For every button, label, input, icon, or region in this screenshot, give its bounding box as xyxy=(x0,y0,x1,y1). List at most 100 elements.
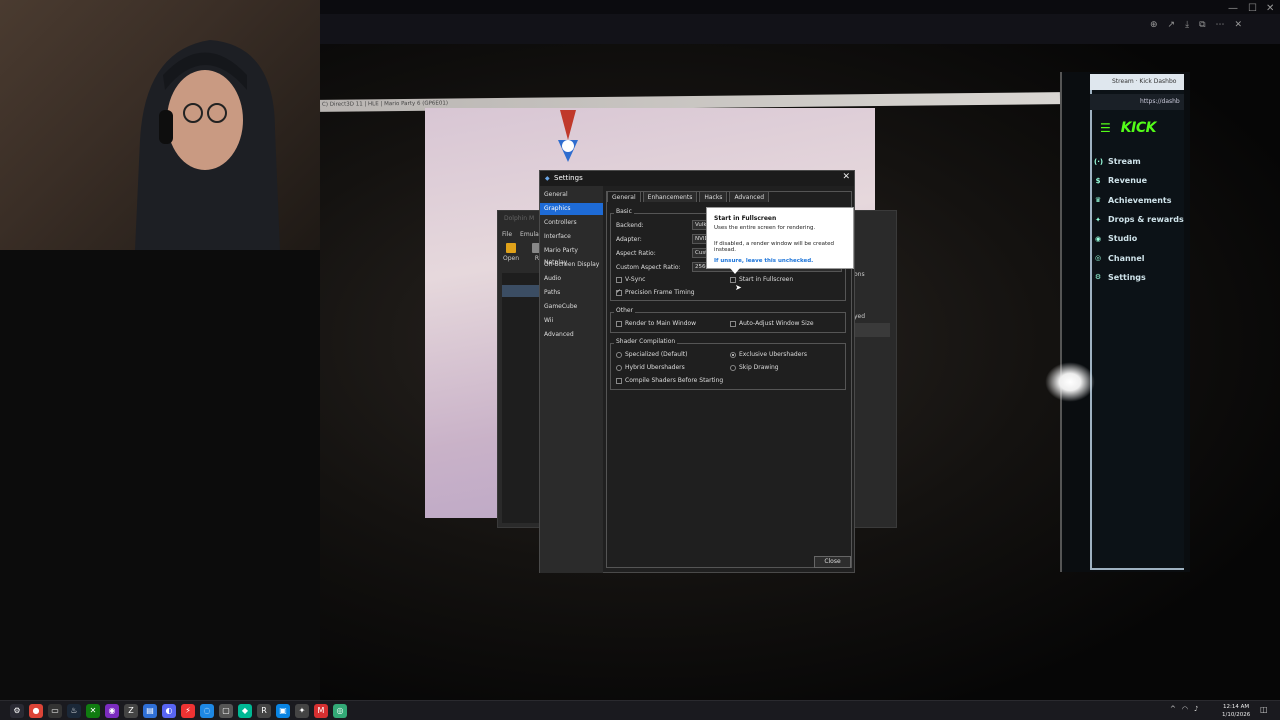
precision-frame-timing-label: Precision Frame Timing xyxy=(625,289,695,296)
compile-before-starting-checkbox[interactable] xyxy=(616,378,622,384)
chevron-up-icon[interactable]: ^ xyxy=(1170,705,1176,713)
kick-address-bar: https://dashb xyxy=(1090,94,1184,110)
share-icon: ↗ xyxy=(1167,20,1176,30)
sidebar-item-audio[interactable]: Audio xyxy=(540,273,603,285)
sidebar-item-graphics[interactable]: Graphics xyxy=(540,203,603,215)
sidebar-item-general[interactable]: General xyxy=(540,189,603,201)
system-tray: ^ ◠ ♪ xyxy=(1170,705,1198,713)
aspect-ratio-label: Aspect Ratio: xyxy=(616,250,656,257)
terminal-icon[interactable]: ▭ xyxy=(48,704,62,718)
vsync-label: V-Sync xyxy=(625,276,646,283)
notification-icon[interactable]: ◫ xyxy=(1260,705,1268,714)
close-icon[interactable]: ✕ xyxy=(842,172,850,182)
tab-enhancements[interactable]: Enhancements xyxy=(642,191,698,202)
exclusive-ubershaders-radio[interactable] xyxy=(730,352,736,358)
kick-nav-channel: ◎ Channel xyxy=(1094,253,1145,263)
render-main-window-checkbox[interactable] xyxy=(616,321,622,327)
skip-drawing-label: Skip Drawing xyxy=(739,364,779,371)
options-label: ons xyxy=(854,271,865,278)
kick-header: ☰ KICK xyxy=(1100,120,1156,136)
vsync-checkbox[interactable] xyxy=(616,277,622,283)
hybrid-ubershaders-label: Hybrid Ubershaders xyxy=(625,364,685,371)
graphics-tabs: General Enhancements Hacks Advanced xyxy=(607,191,771,202)
game-list-row[interactable] xyxy=(502,285,542,297)
app-icon-mint[interactable]: ◎ xyxy=(333,704,347,718)
wifi-icon[interactable]: ◠ xyxy=(1182,705,1188,713)
dolphin-main-title: Dolphin M xyxy=(504,215,535,222)
skip-drawing-radio[interactable] xyxy=(730,365,736,371)
kick-nav-drops: ✦ Drops & rewards xyxy=(1095,215,1184,225)
tab-general[interactable]: General xyxy=(607,191,641,202)
gift-icon: ✦ xyxy=(1095,215,1101,224)
shader-group-label: Shader Compilation xyxy=(614,338,678,345)
app-icon-generic[interactable]: ▢ xyxy=(219,704,233,718)
steam-icon[interactable]: ♨ xyxy=(67,704,81,718)
maximize-icon: ☐ xyxy=(1248,3,1257,14)
app-icon-green[interactable]: ◆ xyxy=(238,704,252,718)
auto-adjust-label: Auto-Adjust Window Size xyxy=(739,320,814,327)
discord-icon[interactable]: ◐ xyxy=(162,704,176,718)
revenue-icon: $ xyxy=(1095,176,1101,185)
sidebar-item-interface[interactable]: Interface xyxy=(540,231,603,243)
tooltip-line1: Uses the entire screen for rendering. xyxy=(714,225,816,231)
taskbar-clock[interactable]: 12:14 AM 1/10/2026 xyxy=(1222,703,1250,719)
download-icon: ⤓ xyxy=(1185,20,1190,30)
xbox-icon[interactable]: ✕ xyxy=(86,704,100,718)
clock-time: 12:14 AM xyxy=(1223,704,1250,710)
compile-before-starting-label: Compile Shaders Before Starting xyxy=(625,377,724,384)
kick-browser-tab: Stream · Kick Dashbo xyxy=(1090,74,1184,90)
game-list[interactable] xyxy=(502,273,542,523)
sidebar-item-wii[interactable]: Wii xyxy=(540,315,603,327)
sidebar-item-netplay[interactable]: Mario Party Netplay xyxy=(540,245,603,266)
zoom-icon: ⊕ xyxy=(1150,20,1158,30)
app-icon-red[interactable]: ⚡ xyxy=(181,704,195,718)
speaker-icon[interactable]: ♪ xyxy=(1194,705,1198,713)
obs-icon[interactable]: ◉ xyxy=(105,704,119,718)
folder-icon xyxy=(506,243,516,253)
app-icon-dark[interactable]: ✦ xyxy=(295,704,309,718)
specialized-label: Specialized (Default) xyxy=(625,351,688,358)
kick-nav-studio: ◉ Studio xyxy=(1094,234,1138,244)
window-icon: ⧉ xyxy=(1199,20,1206,30)
dolphin-menubar: File Emulati xyxy=(502,231,543,238)
tab-advanced[interactable]: Advanced xyxy=(729,191,770,202)
left-monitor-dark xyxy=(0,250,320,700)
sidebar-item-gamecube[interactable]: GameCube xyxy=(540,301,603,313)
basic-group-label: Basic xyxy=(614,208,634,215)
render-main-window-label: Render to Main Window xyxy=(625,320,697,327)
specialized-radio[interactable] xyxy=(616,352,622,358)
app-icon-grey[interactable]: R xyxy=(257,704,271,718)
streamer-silhouette xyxy=(135,40,280,250)
chrome-icon[interactable]: ● xyxy=(29,704,43,718)
webcam-feed xyxy=(0,0,320,250)
tooltip-title: Start in Fullscreen xyxy=(714,215,777,222)
app-icon-red-2[interactable]: M xyxy=(314,704,328,718)
precision-frame-timing-checkbox[interactable] xyxy=(616,288,622,296)
open-button[interactable]: Open xyxy=(502,243,520,262)
captured-browser-topbar: — ☐ ✕ ⊕ ↗ ⤓ ⧉ ⋯ ✕ xyxy=(320,0,1280,44)
settings-icon[interactable]: ⚙ xyxy=(10,704,24,718)
menu-file[interactable]: File xyxy=(502,231,512,238)
file-explorer-icon[interactable]: ▤ xyxy=(143,704,157,718)
hybrid-ubershaders-radio[interactable] xyxy=(616,365,622,371)
close-icon: ✕ xyxy=(1266,3,1275,14)
browser-toolbar-icons: ⊕ ↗ ⤓ ⧉ ⋯ ✕ xyxy=(1150,20,1242,30)
zoom-app-icon[interactable]: Z xyxy=(124,704,138,718)
close-button[interactable]: Close xyxy=(814,556,851,568)
kick-dashboard xyxy=(1090,74,1184,570)
played-cell xyxy=(854,323,890,337)
sidebar-item-paths[interactable]: Paths xyxy=(540,287,603,299)
other-group-label: Other xyxy=(614,307,636,314)
settings-sidebar: General Graphics Controllers Interface M… xyxy=(540,186,603,573)
tooltip-pointer xyxy=(730,268,740,274)
edge-icon[interactable]: ◌ xyxy=(200,704,214,718)
sidebar-item-advanced[interactable]: Advanced xyxy=(540,329,603,341)
sidebar-item-osd[interactable]: On-Screen Display xyxy=(540,259,603,271)
tab-hacks[interactable]: Hacks xyxy=(699,191,728,202)
trophy-icon: ♛ xyxy=(1094,196,1102,205)
kick-nav-revenue: $ Revenue xyxy=(1095,176,1148,186)
auto-adjust-checkbox[interactable] xyxy=(730,321,736,327)
sidebar-item-controllers[interactable]: Controllers xyxy=(540,217,603,229)
app-icon-blue[interactable]: ▣ xyxy=(276,704,290,718)
dolphin-logo-icon: ◆ xyxy=(545,175,550,182)
